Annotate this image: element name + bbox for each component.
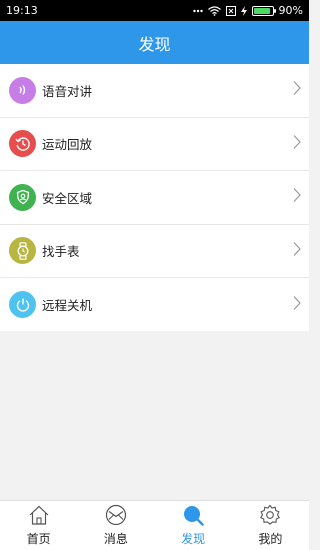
nav-label: 消息 <box>103 532 128 546</box>
chevron-right-icon <box>293 241 301 260</box>
nav-item-messages[interactable]: 消息 <box>77 501 154 550</box>
chevron-right-icon <box>293 295 301 314</box>
chevron-right-icon <box>293 188 301 207</box>
gear-icon <box>259 504 281 529</box>
battery-percent: 90% <box>278 4 303 17</box>
dots-icon <box>192 9 203 13</box>
shield-icon <box>9 183 36 211</box>
sim-icon <box>225 5 236 16</box>
message-icon <box>105 504 127 529</box>
status-bar: 19:13 90% <box>0 0 309 21</box>
watch-icon <box>9 237 36 265</box>
power-icon <box>9 291 36 319</box>
page-title: 发现 <box>138 34 171 54</box>
bottom-nav: 首页 消息 发现 我的 <box>0 500 309 550</box>
nav-label: 我的 <box>258 532 283 546</box>
menu-item-safe-zone[interactable]: 安全区域 <box>0 171 309 225</box>
menu-item-voice-intercom[interactable]: 语音对讲 <box>0 64 309 118</box>
status-time: 19:13 <box>6 4 38 17</box>
nav-item-home[interactable]: 首页 <box>0 501 77 550</box>
menu-item-remote-shutdown[interactable]: 远程关机 <box>0 278 309 332</box>
menu-item-motion-replay[interactable]: 运动回放 <box>0 118 309 171</box>
wifi-icon <box>207 5 221 16</box>
menu-item-label: 语音对讲 <box>42 83 93 99</box>
nav-label: 首页 <box>26 532 51 546</box>
discover-menu-list: 语音对讲 运动回放 安全区域 找手表 远程关机 <box>0 64 309 331</box>
home-icon <box>28 504 50 529</box>
nav-label: 发现 <box>181 532 206 546</box>
menu-item-label: 找手表 <box>42 244 80 260</box>
nav-item-mine[interactable]: 我的 <box>232 501 309 550</box>
menu-item-label: 运动回放 <box>42 137 93 153</box>
chevron-right-icon <box>293 81 301 100</box>
discover-icon <box>182 504 204 529</box>
menu-item-find-watch[interactable]: 找手表 <box>0 225 309 278</box>
voice-icon <box>9 76 36 104</box>
menu-item-label: 远程关机 <box>42 298 93 314</box>
chevron-right-icon <box>293 134 301 153</box>
page-header: 发现 <box>0 21 309 64</box>
replay-clock-icon <box>9 130 36 158</box>
nav-item-discover[interactable]: 发现 <box>155 501 232 550</box>
charging-icon <box>240 5 247 16</box>
battery-icon <box>251 5 276 16</box>
menu-item-label: 安全区域 <box>42 190 93 206</box>
